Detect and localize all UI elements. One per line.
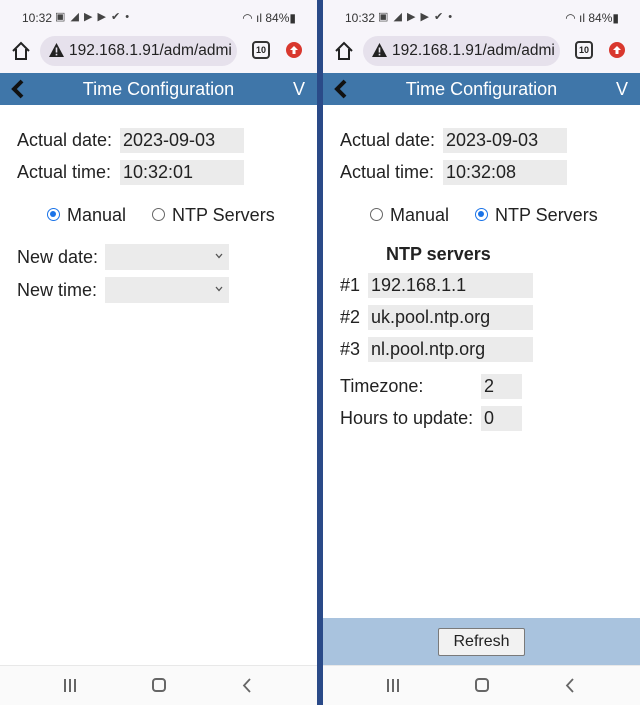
browser-toolbar: 192.168.1.91/adm/admi 10 [323,36,640,73]
server-index-1: #1 [340,275,361,295]
actual-time-label: Actual time: [340,162,435,182]
app-header: Time Configuration V [0,73,317,105]
radio-ntp-button[interactable] [152,208,165,221]
hours-to-update-label: Hours to update: [340,408,474,428]
hours-to-update-field[interactable]: 0 [481,406,522,431]
actual-time-value: 10:32:01 [120,160,244,185]
warning-icon[interactable] [371,42,388,58]
wifi-icon: ◠ ıl [565,11,589,25]
radio-ntp-label: NTP Servers [172,205,275,225]
warning-icon[interactable] [48,42,65,58]
ntp-server-3-field[interactable]: nl.pool.ntp.org [368,337,533,362]
app-header: Time Configuration V [323,73,640,105]
tab-switcher-icon[interactable]: 10 [575,41,593,59]
ntp-server-1-field[interactable]: 192.168.1.1 [368,273,533,298]
home-button-icon[interactable] [475,678,489,692]
actual-date-value: 2023-09-03 [443,128,567,153]
version-menu[interactable]: V [293,79,305,100]
upload-icon[interactable] [609,42,625,58]
radio-manual-label: Manual [67,205,127,225]
status-bar: 10:32 ▣ ◢ ▶ ▶ ✔ • ◠ ıl 84%▮ [0,0,317,36]
battery-level: 84% [588,11,613,25]
ntp-servers-heading: NTP servers [386,244,491,264]
timezone-field[interactable]: 2 [481,374,522,399]
home-icon[interactable] [10,40,32,62]
actual-time-value: 10:32:08 [443,160,567,185]
status-right: ◠ ıl 84%▮ [565,11,619,25]
version-menu[interactable]: V [616,79,628,100]
ntp-server-2-field[interactable]: uk.pool.ntp.org [368,305,533,330]
notification-icons: ▣ ◢ ▶ ▶ ✔ • [55,11,131,23]
nav-back-icon[interactable] [565,678,575,693]
radio-manual-button[interactable] [370,208,383,221]
new-date-label: New date: [17,247,99,267]
address-bar[interactable]: 192.168.1.91/adm/admi [40,36,237,66]
upload-icon[interactable] [286,42,302,58]
battery-icon: ▮ [289,11,296,25]
server-index-3: #3 [340,339,361,359]
home-button-icon[interactable] [152,678,166,692]
notification-icons: ▣ ◢ ▶ ▶ ✔ • [378,11,454,23]
chevron-down-icon [215,253,223,259]
tab-switcher-icon[interactable]: 10 [252,41,270,59]
status-right: ◠ ıl 84%▮ [242,11,296,25]
url-text: 192.168.1.91/adm/admi [69,42,232,59]
new-time-label: New time: [17,280,98,300]
timezone-label: Timezone: [340,376,424,396]
status-time: 10:32 [22,11,53,25]
recent-apps-icon[interactable] [386,679,400,692]
actual-time-label: Actual time: [17,162,112,182]
status-bar: 10:32 ▣ ◢ ▶ ▶ ✔ • ◠ ıl 84%▮ [323,0,640,36]
status-time: 10:32 [345,11,376,25]
recent-apps-icon[interactable] [63,679,77,692]
home-icon[interactable] [333,40,355,62]
system-nav-bar [323,665,640,705]
new-time-select[interactable] [105,277,229,303]
chevron-down-icon [215,286,223,292]
page-title: Time Configuration [82,79,235,99]
nav-back-icon[interactable] [242,678,252,693]
phone-screen-manual: 10:32 ▣ ◢ ▶ ▶ ✔ • ◠ ıl 84%▮ 192.168.1.91… [0,0,317,705]
radio-ntp-label: NTP Servers [495,205,598,225]
refresh-button[interactable]: Refresh [438,628,525,656]
radio-manual-button[interactable] [47,208,60,221]
page-title: Time Configuration [405,79,558,99]
radio-manual-label: Manual [390,205,450,225]
actual-date-value: 2023-09-03 [120,128,244,153]
battery-level: 84% [265,11,290,25]
refresh-bar: Refresh [323,618,640,665]
wifi-icon: ◠ ıl [242,11,266,25]
phone-screen-ntp: 10:32 ▣ ◢ ▶ ▶ ✔ • ◠ ıl 84%▮ 192.168.1.91… [323,0,640,705]
system-nav-bar [0,665,317,705]
server-index-2: #2 [340,307,361,327]
new-date-select[interactable] [105,244,229,270]
browser-toolbar: 192.168.1.91/adm/admi 10 [0,36,317,73]
battery-icon: ▮ [612,11,619,25]
actual-date-label: Actual date: [17,130,113,150]
actual-date-label: Actual date: [340,130,436,150]
radio-ntp-button[interactable] [475,208,488,221]
url-text: 192.168.1.91/adm/admi [392,42,555,59]
address-bar[interactable]: 192.168.1.91/adm/admi [363,36,560,66]
